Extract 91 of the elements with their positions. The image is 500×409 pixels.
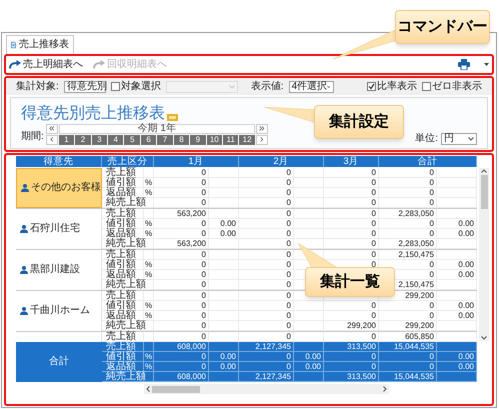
month-button[interactable]: 3 [92, 135, 108, 145]
table-cell: 0.00 [294, 362, 324, 371]
table-cell: 0 [154, 280, 209, 290]
table-cell: 0.00 [209, 352, 239, 361]
table-cell: % [144, 362, 154, 371]
field-label: 集計対象: [16, 82, 59, 92]
table-cell: 0.00 [294, 352, 324, 361]
table-cell: 純売上額 [102, 372, 144, 381]
customer-name: その他のお客様 [31, 183, 101, 193]
month-button[interactable]: 2 [75, 135, 91, 145]
checkbox-label[interactable]: 比率表示 [377, 82, 417, 92]
month-button[interactable]: 11 [223, 135, 238, 145]
field-label: 単位: [415, 134, 438, 144]
table-cell: 313,500 [324, 372, 379, 381]
table-cell: 15,044,535 [379, 372, 437, 381]
table-cell: 純売上額 [102, 280, 144, 290]
table-cell: 2,283,050 [379, 239, 437, 249]
table-cell: 0 [379, 362, 437, 371]
month-button[interactable]: 5 [124, 135, 140, 145]
table-cell: 15,044,535 [379, 342, 437, 351]
table-cell: 2,127,345 [239, 342, 294, 351]
column-header: 1月 [154, 156, 239, 167]
table-cell: 0 [379, 198, 437, 208]
table-cell: 0 [154, 321, 209, 331]
month-button[interactable]: 4 [108, 135, 124, 145]
month-button[interactable]: 12 [239, 135, 255, 145]
tab[interactable]: 売上推移表 [6, 35, 74, 54]
dropdown-field[interactable]: 4件選択 [288, 80, 334, 92]
month-button[interactable]: 7 [157, 135, 173, 145]
table-cell: 売上額 [102, 342, 144, 351]
table-cell: 0 [154, 198, 209, 208]
nav-button[interactable]: » [256, 124, 268, 134]
table-cell: 0 [324, 352, 379, 361]
checkbox-label[interactable]: ゼロ非表示 [432, 82, 482, 92]
table-cell: 608,000 [154, 372, 209, 381]
table-cell: 0 [239, 198, 294, 208]
table-cell: 純売上額 [102, 239, 144, 249]
callout-label: 集計設定 [314, 105, 404, 139]
column-header: 売上区分 [102, 156, 154, 167]
table-cell: 2,127,345 [239, 372, 294, 381]
table-cell: 値引額 [102, 352, 144, 361]
table-cell: 0 [324, 239, 379, 249]
checkbox-label[interactable]: 対象選択 [120, 82, 161, 92]
table-cell: 返品額 [102, 362, 144, 371]
month-button[interactable]: 8 [174, 135, 190, 145]
table-cell: 0 [154, 352, 209, 361]
month-button[interactable]: 1 [58, 135, 74, 145]
table-cell: 0 [239, 239, 294, 249]
column-header: 得意先 [16, 156, 102, 167]
column-header: 2月 [239, 156, 324, 167]
customer-name: 石狩川住宅 [30, 224, 80, 234]
dropdown-field[interactable]: 得意先別 [64, 80, 106, 92]
period-range: 今期 1年 [58, 124, 255, 134]
callout-label: コマンドバー [395, 10, 490, 44]
month-button[interactable]: 9 [190, 135, 206, 145]
table-cell: 0.00 [437, 362, 477, 371]
table-cell: 0.00 [209, 362, 239, 371]
field-label: 表示値: [250, 82, 284, 92]
command-button[interactable]: 売上明細表へ [9, 60, 83, 70]
table-cell: 0 [239, 280, 294, 290]
table-cell: 0 [324, 198, 379, 208]
table-cell: 299,200 [379, 321, 437, 331]
table-cell: 純売上額 [102, 198, 144, 208]
month-button[interactable]: 10 [206, 135, 222, 145]
table-cell: 0 [239, 321, 294, 331]
customer-name: 千曲川ホーム [30, 306, 90, 316]
table-cell: 0 [154, 362, 209, 371]
table-cell: 299,200 [324, 321, 379, 331]
month-button[interactable]: 6 [140, 135, 156, 145]
customer-cell[interactable]: その他のお客様 [16, 168, 102, 208]
report-title: 得意先別売上推移表 [21, 105, 165, 122]
table-cell: 0 [239, 362, 294, 371]
table-cell: 純売上額 [102, 321, 144, 331]
table-cell: % [144, 352, 154, 361]
field-label: 期間: [21, 132, 44, 142]
dropdown-field[interactable]: 円 [441, 133, 477, 145]
customer-name: 黒部川建設 [30, 265, 80, 275]
callout-label: 集計一覧 [305, 267, 395, 297]
table-cell: 563,200 [154, 239, 209, 249]
column-header: 3月 [324, 156, 379, 167]
table-cell: 0 [324, 362, 379, 371]
table-cell: 0 [379, 352, 437, 361]
nav-button[interactable]: › [256, 135, 268, 145]
nav-button[interactable]: « [46, 124, 58, 134]
table-cell: 313,500 [324, 342, 379, 351]
table-cell: 0.00 [437, 352, 477, 361]
total-label: 合計 [49, 357, 69, 367]
table-cell: 0 [239, 352, 294, 361]
column-header: 合計 [379, 156, 477, 167]
nav-button[interactable]: ‹ [46, 135, 58, 145]
table-cell: 608,000 [154, 342, 209, 351]
